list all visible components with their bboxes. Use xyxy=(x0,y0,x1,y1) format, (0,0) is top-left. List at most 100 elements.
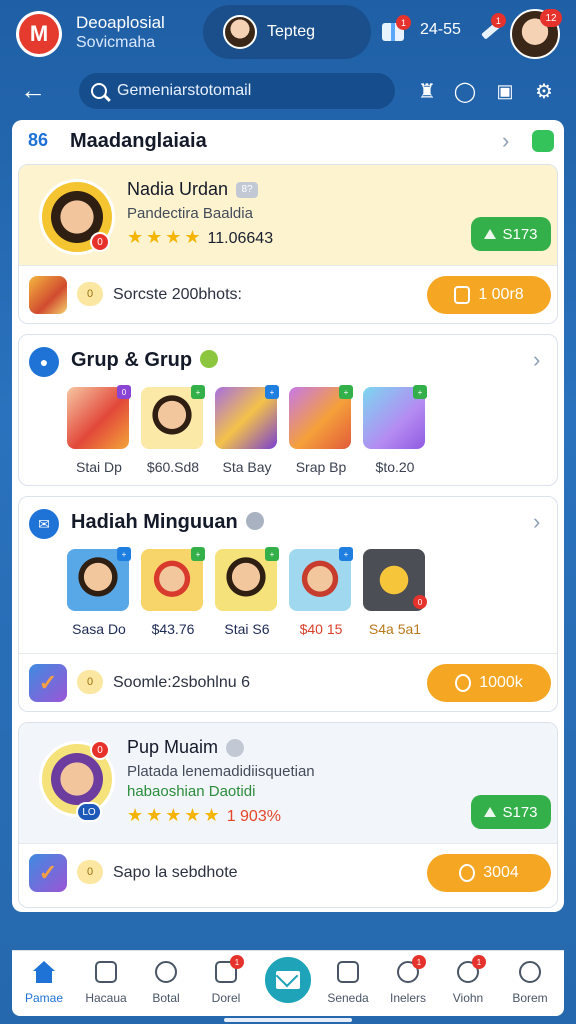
boy-avatar-icon: + xyxy=(215,547,279,611)
group-item[interactable]: + $to.20 xyxy=(363,385,427,475)
star-icons: ★★★★★ xyxy=(127,805,223,825)
featured-profile-top: 0 Nadia Urdan 8? Pandectira Baaldia ★★★★ 1… xyxy=(19,165,557,265)
chevron-right-icon[interactable]: › xyxy=(533,509,540,535)
tag-icon[interactable]: ◯ xyxy=(452,78,478,104)
pencil-icon[interactable]: 1 xyxy=(477,13,506,43)
compose-button[interactable] xyxy=(262,954,314,1006)
second-profile-card[interactable]: 0 LO Pup Muaim Platada lenemadidiisqueti… xyxy=(18,722,558,908)
collage-icon xyxy=(29,276,67,314)
inbox-icon: 1 xyxy=(215,955,244,983)
featured-name: Nadia Urdan xyxy=(127,179,229,199)
check-icon: ✓ xyxy=(29,854,67,892)
app-logo[interactable]: M xyxy=(16,11,62,57)
boy-avatar-icon: + xyxy=(289,547,353,611)
envelope-icon xyxy=(276,971,300,989)
nav-item-video[interactable]: 1 Viohn xyxy=(438,955,498,1005)
weekly-item[interactable]: 0 S4a 5a1 xyxy=(363,549,427,637)
nav-label: Borem xyxy=(512,991,548,1005)
group-item[interactable]: + Srap Bp xyxy=(289,385,353,475)
weekly-item-label: Stai S6 xyxy=(224,621,270,637)
chat-bubble-icon[interactable] xyxy=(532,130,554,152)
nav-item-home[interactable]: Pamae xyxy=(14,961,74,1005)
chevron-right-icon[interactable]: › xyxy=(502,128,509,154)
featured-avatar[interactable]: 0 xyxy=(39,179,115,255)
search-input[interactable] xyxy=(117,82,387,100)
group-item[interactable]: + $60.Sd8 xyxy=(141,385,205,475)
coin-icon xyxy=(455,674,472,692)
up-arrow-icon xyxy=(484,807,497,817)
nav-item-search[interactable]: Botal xyxy=(136,961,196,1005)
weekly-card: ✉ Hadiah Minguuan › + Sasa Do + $43.76 +… xyxy=(18,496,558,712)
home-icon xyxy=(33,961,55,983)
group-item-label: $60.Sd8 xyxy=(146,459,200,475)
receipt-icon xyxy=(454,286,471,304)
nav-label: Botal xyxy=(152,991,180,1005)
gear-icon[interactable]: ⚙ xyxy=(531,78,557,104)
second-orange-button[interactable]: 3004 xyxy=(427,854,551,892)
weekly-orange-button[interactable]: 1000k xyxy=(427,664,551,702)
gift-icon: 1 xyxy=(378,15,411,45)
second-action-button[interactable]: S173 xyxy=(471,795,551,829)
second-name-row: Pup Muaim xyxy=(127,737,245,758)
search-icon xyxy=(155,961,177,983)
app-title: Deoaplosial Sovicmaha xyxy=(76,13,165,53)
second-name: Pup Muaim xyxy=(127,737,219,757)
featured-orange-button[interactable]: 1 00r8 xyxy=(427,276,551,314)
search-bar[interactable] xyxy=(79,73,395,109)
weekly-header[interactable]: ✉ Hadiah Minguuan › xyxy=(19,497,557,547)
second-avatar[interactable]: 0 LO xyxy=(39,740,115,822)
weekly-item-label: $43.76 xyxy=(151,621,195,637)
second-avatar-badge: 0 xyxy=(90,740,110,760)
second-avatar-badge2: LO xyxy=(76,802,102,822)
pencil-badge: 1 xyxy=(490,13,506,28)
home-indicator[interactable] xyxy=(224,1018,352,1022)
weekly-title: Hadiah Minguuan xyxy=(71,511,238,533)
document-icon xyxy=(95,961,117,983)
crown-icon[interactable]: ♜ xyxy=(414,78,440,104)
up-arrow-icon xyxy=(484,229,497,239)
group-item[interactable]: 0 Stai Dp xyxy=(67,385,131,475)
second-profile-top: 0 LO Pup Muaim Platada lenemadidiisqueti… xyxy=(19,723,557,843)
nav-label: Pamae xyxy=(24,991,64,1005)
group-title-row: Grup & Grup xyxy=(71,349,219,372)
star-icons: ★★★★ xyxy=(127,227,204,247)
weekly-item[interactable]: + $40 15 xyxy=(289,547,353,637)
chevron-right-icon[interactable]: › xyxy=(533,347,540,373)
back-arrow-icon[interactable]: ← xyxy=(20,76,46,104)
group-item-label: $to.20 xyxy=(375,459,415,475)
nav-item-inbox[interactable]: 1 Dorel xyxy=(196,955,256,1005)
featured-rating: ★★★★ 11.06643 xyxy=(127,227,273,248)
weekly-item[interactable]: + Sasa Do xyxy=(67,547,131,637)
coin-icon xyxy=(459,864,476,882)
featured-action-button[interactable]: S173 xyxy=(471,217,551,251)
profile-avatar[interactable]: 12 xyxy=(510,9,562,59)
group-header[interactable]: ● Grup & Grup › xyxy=(19,335,557,385)
group-item[interactable]: + Sta Bay xyxy=(215,385,279,475)
stats-pill[interactable]: 1 24-55 1 xyxy=(378,8,506,52)
chat-icon: 0 xyxy=(77,282,103,306)
nav-item-chat[interactable]: 1 Inelers xyxy=(378,955,438,1005)
top-bar: M Deoaplosial Sovicmaha Tepteg 1 24-55 1… xyxy=(0,0,576,66)
second-subtitle: Platada lenemadidiisquetian xyxy=(127,763,315,780)
nav-item-document[interactable]: Hacaua xyxy=(76,961,136,1005)
user-pill[interactable]: Tepteg xyxy=(203,5,371,59)
second-subtitle2: habaoshian Daotidi xyxy=(127,783,256,800)
image-icon[interactable]: ▣ xyxy=(492,78,518,104)
featured-tag: 8? xyxy=(236,182,259,199)
stat-count: 24-55 xyxy=(420,21,461,38)
nav-item-gallery[interactable]: Seneda xyxy=(318,961,378,1005)
app-title-line2: Sovicmaha xyxy=(76,34,156,51)
gear-icon xyxy=(519,961,541,983)
second-orange-label: 3004 xyxy=(483,864,519,881)
nav-item-settings[interactable]: Borem xyxy=(500,961,560,1005)
featured-avatar-badge: 0 xyxy=(90,232,110,252)
cake-icon: + xyxy=(363,385,427,449)
weekly-item[interactable]: + $43.76 xyxy=(141,547,205,637)
weekly-item[interactable]: + Stai S6 xyxy=(215,547,279,637)
verified-icon xyxy=(226,739,245,758)
group-icon: ● xyxy=(29,347,59,377)
second-rating-value: 1 903% xyxy=(226,808,281,825)
nav-label: Inelers xyxy=(389,991,427,1005)
featured-profile-card[interactable]: 0 Nadia Urdan 8? Pandectira Baaldia ★★★★ 1… xyxy=(18,164,558,324)
second-action-row: ✓ 0 Sapo la sebdhote 3004 xyxy=(19,843,557,901)
